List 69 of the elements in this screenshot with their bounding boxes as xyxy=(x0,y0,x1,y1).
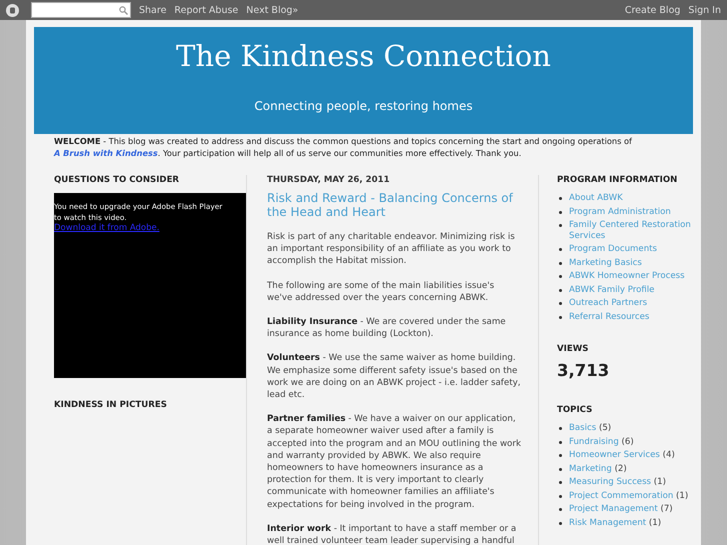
topic-link[interactable]: Project Commemoration xyxy=(569,490,674,500)
bullet-icon xyxy=(559,440,562,444)
search-icon xyxy=(119,6,128,14)
program-link[interactable]: ABWK Family Profile xyxy=(569,284,654,295)
program-link[interactable]: Marketing Basics xyxy=(569,258,642,268)
bullet-icon xyxy=(559,224,562,227)
brush-with-kindness-link[interactable]: A Brush with Kindness xyxy=(54,148,158,158)
topic-link[interactable]: Measuring Success xyxy=(569,477,652,487)
topic-link[interactable]: Project Management xyxy=(569,504,658,514)
bullet-icon xyxy=(559,494,562,498)
bullet-icon xyxy=(559,427,562,430)
navbar-link[interactable]: Create Blog xyxy=(624,4,680,16)
topic-link[interactable]: Basics xyxy=(569,423,596,433)
sidebar-heading: KINDNESS IN PICTURES xyxy=(54,400,168,410)
blogger-logo-icon[interactable] xyxy=(6,4,19,16)
bullet-icon xyxy=(559,522,562,524)
bullet-icon xyxy=(559,197,562,200)
navbar-link[interactable]: Sign In xyxy=(688,4,721,16)
topic-count: (2) xyxy=(614,464,627,474)
topic-link[interactable]: Fundraising xyxy=(569,436,619,446)
navbar-link[interactable]: Report Abuse xyxy=(174,4,238,16)
post-paragraph: The following are some of the main liabilities issue's we've addressed over the years concerning ABWK. xyxy=(267,280,496,304)
sidebar-heading: TOPICS xyxy=(557,405,594,415)
post-paragraph: Risk is part of any charitable endeavor. Minimizing risk is an important responsibility of an affiliate as you work to accomplish the Habitat mission. xyxy=(267,231,516,268)
program-link[interactable]: Program Documents xyxy=(569,244,657,254)
post-paragraph: Volunteers - We use the same waiver as home building. We emphasize some different safety issue's based on the work we are doing on an ABWK project - i.e. ladder safety, lead etc. xyxy=(267,352,521,402)
blog-title[interactable]: The Kindness Connection xyxy=(176,39,551,73)
program-link[interactable]: Referral Resources xyxy=(569,312,650,322)
navbar-link[interactable]: Share xyxy=(139,4,166,16)
bullet-icon xyxy=(559,275,562,278)
topic-count: (1) xyxy=(648,518,662,528)
bullet-icon xyxy=(559,248,562,251)
topic-link[interactable]: Homeowner Services xyxy=(569,450,660,460)
sidebar-heading: VIEWS xyxy=(557,344,590,354)
post-title[interactable]: Risk and Reward - Balancing Concerns of the Head and Heart xyxy=(267,191,519,219)
view-count: 3,713 xyxy=(557,361,610,380)
bullet-icon xyxy=(559,302,562,305)
bullet-icon xyxy=(559,316,562,318)
program-link[interactable]: Program Administration xyxy=(569,206,671,217)
bullet-icon xyxy=(559,454,562,457)
topic-count: (4) xyxy=(662,450,675,460)
post-paragraph: Interior work - It important to have a staff member or a well trained volunteer team leader supervising a handful xyxy=(267,522,518,545)
bullet-icon xyxy=(559,508,562,511)
sidebar-heading: QUESTIONS TO CONSIDER xyxy=(54,175,180,185)
program-link[interactable]: Family Centered Restoration Services xyxy=(569,220,692,241)
post-paragraph: Partner families - We have a waiver on our application, a separate homeowner waiver used after a family is accepted into the program and an MOU outlining the work and warranty provided by ABWK. We also require homeowners to have homeowners insurance as a protection for them. It is very important to clearly communicate with homeowner families an affiliate's expectations for being involved in the program. xyxy=(267,413,521,511)
program-link[interactable]: About ABWK xyxy=(569,193,623,204)
sidebar-heading: PROGRAM INFORMATION xyxy=(557,175,678,185)
download-link[interactable]: Download it from Adobe. xyxy=(54,223,160,233)
post-date: THURSDAY, MAY 26, 2011 xyxy=(267,175,391,185)
navbar-link[interactable]: Next Blog» xyxy=(246,4,298,16)
bullet-icon xyxy=(559,262,562,264)
welcome-text: WELCOME - This blog was created to address and discuss the common questions and topics concerning the start and ongoing operations of A Brush with Kindness. Your participation will help all of us serve our communities more effectively. Thank you. xyxy=(54,135,633,159)
program-link[interactable]: ABWK Homeowner Process xyxy=(569,271,685,282)
topic-count: (1) xyxy=(676,490,688,500)
program-link[interactable]: Outreach Partners xyxy=(569,298,648,308)
bullet-icon xyxy=(559,481,562,484)
bullet-icon xyxy=(559,288,562,292)
topic-link[interactable]: Marketing xyxy=(569,464,612,474)
topic-count: (7) xyxy=(660,504,673,514)
post-paragraph: Liability Insurance - We are covered under the same insurance as home building (Lockton). xyxy=(267,316,507,340)
topic-count: (1) xyxy=(654,477,666,487)
topic-link[interactable]: Risk Management xyxy=(569,518,646,528)
bullet-icon xyxy=(559,210,562,214)
bullet-icon xyxy=(559,468,562,470)
topic-count: (5) xyxy=(598,423,612,433)
blog-description: Connecting people, restoring homes xyxy=(254,99,473,113)
search-field[interactable] xyxy=(31,2,131,18)
topic-count: (6) xyxy=(622,436,634,446)
